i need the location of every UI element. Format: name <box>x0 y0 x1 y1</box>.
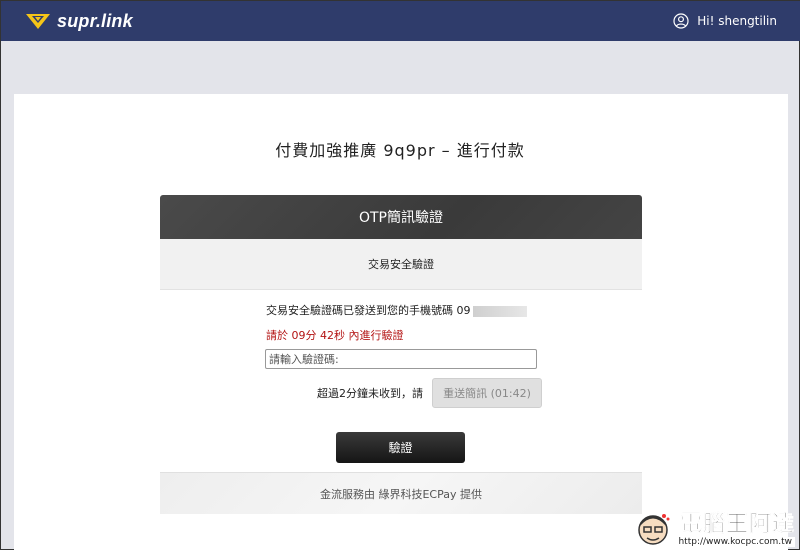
verify-button[interactable]: 驗證 <box>336 432 465 463</box>
verification-code-input[interactable] <box>265 349 537 369</box>
otp-panel-body: 交易安全驗證碼已發送到您的手機號碼 09 請於 09分 42秒 內進行驗證 超過… <box>160 290 642 472</box>
resend-prompt: 超過2分鐘未收到，請 <box>317 387 423 400</box>
mascot-face-icon <box>638 514 670 545</box>
sent-message: 交易安全驗證碼已發送到您的手機號碼 09 <box>266 304 471 317</box>
otp-panel-footer: 金流服務由 綠界科技ECPay 提供 <box>160 472 642 514</box>
user-menu[interactable]: Hi! shengtilin <box>673 13 777 29</box>
masked-phone-number <box>472 305 527 317</box>
user-icon <box>673 13 689 29</box>
top-navbar: supr.link Hi! shengtilin <box>1 1 800 41</box>
brand[interactable]: supr.link <box>25 11 133 32</box>
otp-panel: OTP簡訊驗證 交易安全驗證 交易安全驗證碼已發送到您的手機號碼 09 請於 0… <box>160 195 642 514</box>
watermark-text: 電腦王阿達 http://www.kocpc.com.tw <box>675 512 795 547</box>
payment-provider-note: 金流服務由 綠界科技ECPay 提供 <box>319 487 482 501</box>
brand-name: supr.link <box>57 10 133 31</box>
otp-panel-header: OTP簡訊驗證 <box>160 195 642 239</box>
page-title: 付費加強推廣 9q9pr – 進行付款 <box>275 141 525 160</box>
resend-sms-button[interactable]: 重送簡訊 (01:42) <box>432 378 542 408</box>
otp-panel-subtitle-bar: 交易安全驗證 <box>160 239 642 290</box>
resend-row: 超過2分鐘未收到，請 重送簡訊 (01:42) <box>317 378 542 408</box>
sent-message-line: 交易安全驗證碼已發送到您的手機號碼 09 <box>266 302 527 318</box>
watermark: 電腦王阿達 http://www.kocpc.com.tw <box>635 511 795 547</box>
watermark-title: 電腦王阿達 <box>679 512 795 537</box>
brand-logo-icon <box>26 14 50 29</box>
otp-panel-title: OTP簡訊驗證 <box>358 210 443 226</box>
otp-subtitle: 交易安全驗證 <box>368 258 434 271</box>
countdown-text: 請於 09分 42秒 內進行驗證 <box>266 329 404 342</box>
user-greeting: Hi! shengtilin <box>697 14 777 28</box>
watermark-url: http://www.kocpc.com.tw <box>675 537 795 547</box>
